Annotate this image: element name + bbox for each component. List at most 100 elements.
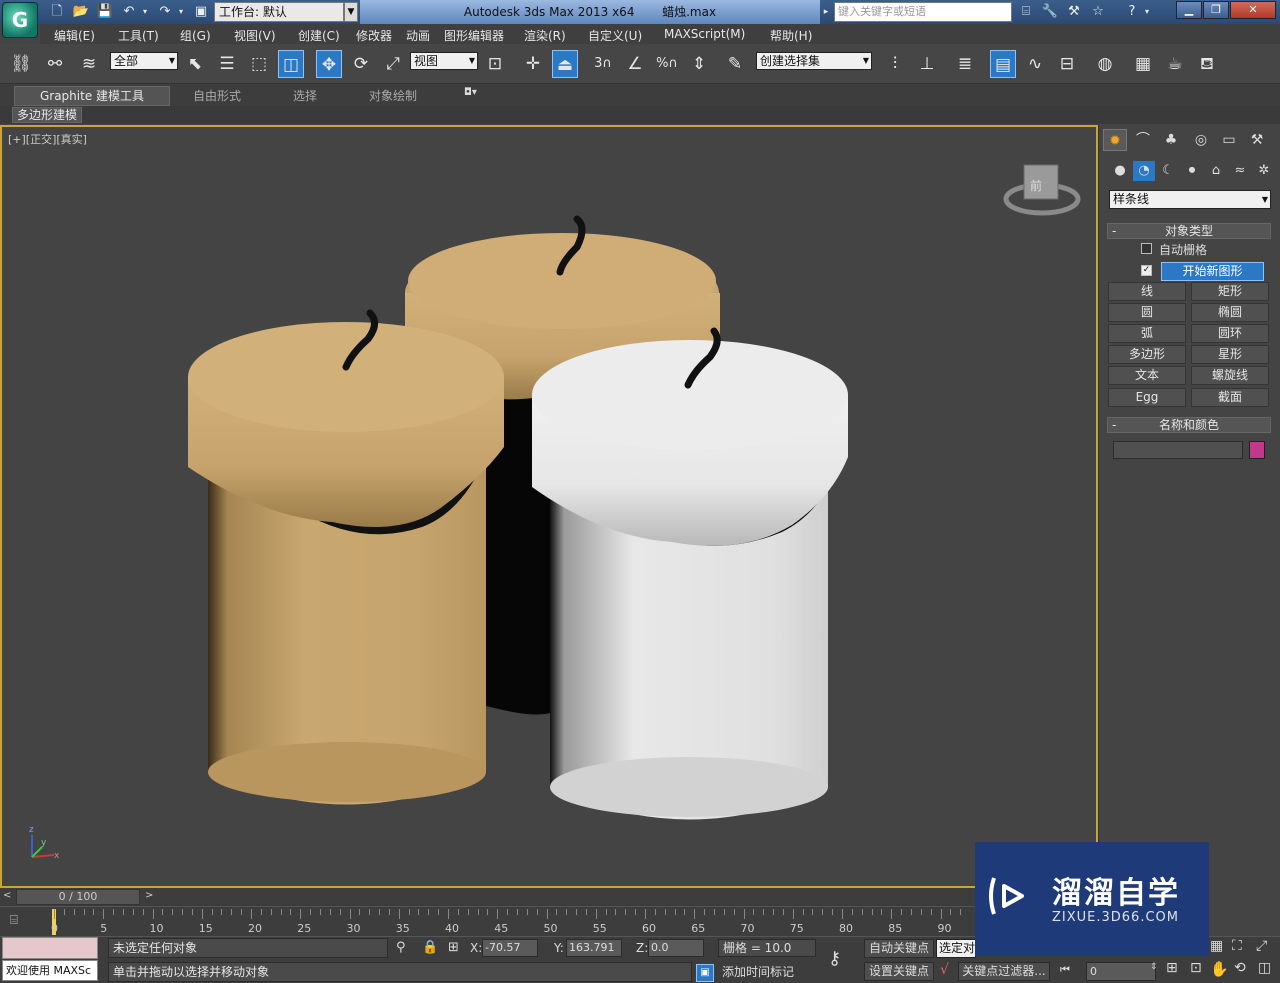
x-coordinate-field[interactable]: -70.57 [482, 939, 538, 957]
modify-tab-icon[interactable]: ⌒ [1131, 129, 1155, 151]
close-button[interactable]: ✕ [1230, 1, 1276, 19]
project-folder-icon[interactable]: ▣ [192, 3, 210, 21]
undo-icon[interactable]: ↶ [120, 3, 138, 21]
absolute-mode-icon[interactable]: ⊞ [448, 940, 459, 955]
keyboard-shortcut-override-icon[interactable]: ⏏ [552, 50, 578, 78]
workspace-dropdown[interactable]: 工作台: 默认 [214, 2, 344, 22]
field-of-view-icon[interactable]: ▦ [1210, 938, 1223, 954]
select-object-icon[interactable]: ⬉ [182, 50, 208, 78]
donut-button[interactable]: 圆环 [1191, 324, 1269, 343]
workspace-chevron-icon[interactable]: ▼ [344, 2, 358, 22]
tab-object-paint[interactable]: 对象绘制 [369, 87, 417, 104]
layer-manager-icon[interactable]: ≣ [952, 50, 978, 78]
rectangle-button[interactable]: 矩形 [1191, 282, 1269, 301]
lock-selection-icon[interactable]: 🔒 [422, 940, 438, 955]
menu-help[interactable]: 帮助(H) [770, 27, 812, 44]
set-key-icon[interactable]: ⚷ [828, 948, 841, 969]
render-production-icon[interactable]: ⛾ [1194, 50, 1220, 78]
ngon-button[interactable]: 多边形 [1108, 345, 1186, 364]
menu-modifiers[interactable]: 修改器 [356, 27, 392, 44]
save-icon[interactable]: 💾 [96, 3, 114, 21]
menu-maxscript[interactable]: MAXScript(M) [664, 27, 745, 41]
tab-selection[interactable]: 选择 [293, 87, 317, 104]
tab-graphite-modeling[interactable]: Graphite 建模工具 [14, 86, 170, 106]
angle-snap-icon[interactable]: ∠ [622, 50, 648, 78]
percent-snap-icon[interactable]: %∩ [654, 50, 680, 78]
menu-rendering[interactable]: 渲染(R) [524, 27, 566, 44]
display-tab-icon[interactable]: ▭ [1217, 129, 1241, 151]
time-tag-icon[interactable]: ▣ [696, 964, 714, 982]
create-tab-icon[interactable]: ✹ [1103, 129, 1127, 151]
hierarchy-tab-icon[interactable]: ♣ [1159, 129, 1183, 151]
tab-freeform[interactable]: 自由形式 [193, 87, 241, 104]
bind-space-warp-icon[interactable]: ≋ [76, 50, 102, 78]
y-coordinate-field[interactable]: 163.791 [566, 939, 622, 957]
menu-views[interactable]: 视图(V) [234, 27, 276, 44]
isolate-icon[interactable]: ⚲ [396, 940, 406, 955]
reference-coordinate-dropdown[interactable]: 视图 ▼ [410, 52, 478, 70]
add-time-tag[interactable]: 添加时间标记 [718, 964, 816, 982]
new-file-icon[interactable]: 🗋 [48, 3, 66, 21]
motion-tab-icon[interactable]: ◎ [1189, 129, 1213, 151]
binoculars-icon[interactable]: ⌸ [1016, 2, 1036, 22]
cameras-icon[interactable]: ⏺ [1181, 161, 1203, 181]
open-file-icon[interactable]: 📂 [72, 3, 90, 21]
arc-button[interactable]: 弧 [1108, 324, 1186, 343]
ribbon-options-icon[interactable]: ◘▾ [464, 87, 477, 98]
viewcube-front-label[interactable]: 前 [1030, 177, 1042, 194]
z-coordinate-field[interactable]: 0.0 [648, 939, 704, 957]
link-icon[interactable]: ⛓ [8, 50, 34, 78]
search-expand-icon[interactable]: ▸ [820, 2, 832, 22]
redo-icon[interactable]: ↷ [156, 3, 174, 21]
rendered-frame-window-icon[interactable]: ☕ [1162, 50, 1188, 78]
lights-icon[interactable]: ☾ [1157, 161, 1179, 181]
communication-icon[interactable]: ⚒ [1064, 2, 1084, 22]
rollout-name-color[interactable]: - 名称和颜色 [1107, 417, 1271, 433]
select-by-name-icon[interactable]: ☰ [214, 50, 240, 78]
unlink-icon[interactable]: ⚯ [42, 50, 68, 78]
ellipse-button[interactable]: 椭圆 [1191, 303, 1269, 322]
zoom-all-icon[interactable]: ⊡ [1190, 960, 1202, 976]
schematic-view-icon[interactable]: ⊟ [1054, 50, 1080, 78]
mirror-icon[interactable]: ⫶ [882, 50, 908, 78]
graphite-toggle-icon[interactable]: ▤ [990, 50, 1016, 78]
material-editor-icon[interactable]: ◍ [1092, 50, 1118, 78]
favorites-star-icon[interactable]: ☆ [1088, 2, 1108, 22]
auto-key-button[interactable]: 自动关键点 [864, 939, 934, 958]
maximize-button[interactable]: ❐ [1203, 1, 1229, 19]
auto-grid-checkbox[interactable] [1141, 243, 1152, 254]
rollout-object-type[interactable]: - 对象类型 [1107, 223, 1271, 239]
category-dropdown[interactable]: 样条线 ▼ [1109, 190, 1271, 209]
helix-button[interactable]: 螺旋线 [1191, 366, 1269, 385]
utilities-tab-icon[interactable]: ⚒ [1245, 129, 1269, 151]
start-new-shape-checkbox[interactable]: ✓ [1141, 265, 1152, 276]
app-logo[interactable]: G [2, 2, 38, 38]
menu-create[interactable]: 创建(C) [298, 27, 340, 44]
circle-button[interactable]: 圆 [1108, 303, 1186, 322]
menu-animation[interactable]: 动画 [406, 27, 430, 44]
shapes-icon[interactable]: ◔ [1133, 161, 1155, 181]
helpers-icon[interactable]: ⌂ [1205, 161, 1227, 181]
menu-edit[interactable]: 编辑(E) [54, 27, 95, 44]
key-mode-dropdown[interactable]: 选定对 [936, 939, 976, 958]
zoom-region-icon[interactable]: ⛶ [1232, 938, 1242, 954]
space-warps-icon[interactable]: ≈ [1229, 161, 1251, 181]
start-new-shape-button[interactable]: 开始新图形 [1161, 262, 1264, 281]
track-bar[interactable]: ⌸ 0 5 10 15 20 25 30 35 40 45 50 55 60 65 70 75 80 85 90 [0, 906, 975, 936]
render-setup-icon[interactable]: ▦ [1130, 50, 1156, 78]
section-button[interactable]: 截面 [1191, 388, 1269, 407]
current-frame-field[interactable]: 0 [1086, 962, 1156, 981]
snaps-toggle-icon[interactable]: 3∩ [590, 50, 616, 78]
orbit-icon[interactable]: ⟲ [1234, 960, 1246, 976]
select-scale-icon[interactable]: ⤢ [380, 50, 406, 78]
zoom-extents-icon[interactable]: ⊞ [1166, 960, 1178, 976]
selection-filter-dropdown[interactable]: 全部 ▼ [110, 52, 178, 70]
polygon-modeling-panel[interactable]: 多边形建模 [12, 107, 83, 123]
key-mode-toggle-icon[interactable]: ⏮ [1060, 963, 1070, 977]
time-next-arrow-icon[interactable]: > [145, 890, 153, 901]
maxscript-listener-mini[interactable] [2, 937, 98, 959]
rectangular-selection-icon[interactable]: ⬚ [246, 50, 272, 78]
window-crossing-icon[interactable]: ◫ [278, 50, 304, 78]
pivot-center-icon[interactable]: ⊡ [482, 50, 508, 78]
minimize-button[interactable]: ▁ [1176, 1, 1202, 19]
